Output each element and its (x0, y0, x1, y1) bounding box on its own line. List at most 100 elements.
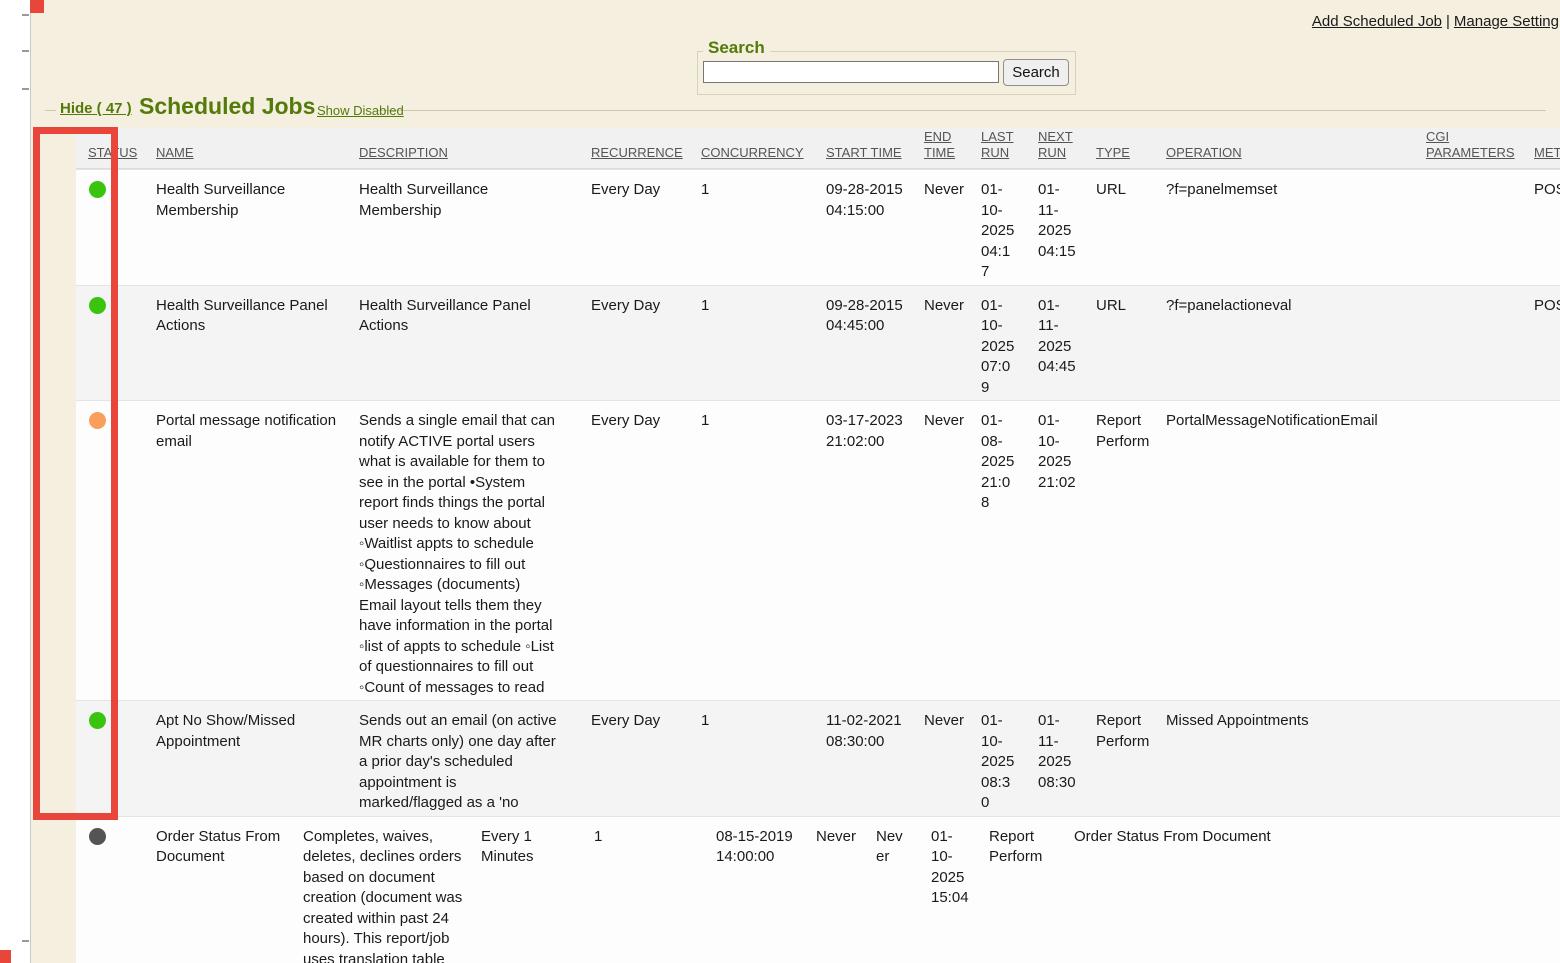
job-type: Report Perform (989, 817, 1074, 963)
top-links: Add Scheduled Job|Manage Setting (1312, 13, 1559, 30)
table-header-row: STATUS NAME DESCRIPTION RECURRENCE CONCU… (76, 128, 1560, 169)
status-cell (76, 170, 156, 285)
page: Add Scheduled Job|Manage Setting Search … (0, 0, 1560, 963)
gutter-tick (22, 14, 29, 16)
job-concurrency: 1 (701, 701, 826, 816)
status-indicator-green (89, 297, 106, 314)
column-header-concurrency[interactable]: CONCURRENCY (701, 145, 826, 168)
job-concurrency: 1 (701, 286, 826, 401)
manage-settings-link[interactable]: Manage Setting (1454, 13, 1559, 30)
job-cgi-parameters (1426, 701, 1534, 816)
job-next-run: 01-11-2025 04:45 (1038, 286, 1096, 401)
table-row: Order Status From Document Completes, wa… (76, 816, 1560, 963)
add-scheduled-job-link[interactable]: Add Scheduled Job (1312, 13, 1442, 30)
column-header-operation[interactable]: OPERATION (1166, 145, 1426, 168)
job-start-time: 09-28-2015 04:45:00 (826, 286, 924, 401)
job-start-time: 09-28-2015 04:15:00 (826, 170, 924, 285)
annotation-mark-top (30, 0, 44, 13)
job-concurrency: 1 (701, 170, 826, 285)
search-button[interactable]: Search (1003, 59, 1069, 86)
search-input[interactable] (703, 61, 999, 83)
job-start-time: 03-17-2023 21:02:00 (826, 401, 924, 700)
status-cell (76, 817, 156, 963)
table-row: Health Surveillance Membership Health Su… (76, 169, 1560, 285)
job-recurrence: Every 1 Minutes (481, 817, 594, 963)
job-name: Health Surveillance Membership (156, 170, 359, 285)
job-next-run: 01-10-2025 21:02 (1038, 401, 1096, 700)
column-header-recurrence[interactable]: RECURRENCE (591, 145, 701, 168)
job-recurrence: Every Day (591, 401, 701, 700)
job-description: Health Surveillance Panel Actions (359, 286, 591, 401)
column-header-method[interactable]: METHOD (1534, 145, 1560, 168)
status-cell (76, 401, 156, 700)
job-end-time: Never (924, 286, 981, 401)
job-cgi-parameters (1426, 170, 1534, 285)
job-concurrency: 1 (701, 401, 826, 700)
column-header-cgi-parameters[interactable]: CGI PARAMETERS (1426, 129, 1534, 169)
job-type: Report Perform (1096, 401, 1166, 700)
status-indicator-green (89, 181, 106, 198)
table-row: Portal message notification email Sends … (76, 400, 1560, 700)
job-last-run: 01-10-2025 04:17 (981, 170, 1038, 285)
link-separator: | (1442, 13, 1454, 30)
gutter-tick (22, 88, 29, 90)
hide-count-link[interactable]: Hide ( 47 ) (60, 100, 132, 117)
column-header-last-run[interactable]: LAST RUN (981, 129, 1038, 169)
job-operation: PortalMessageNotificationEmail (1166, 401, 1426, 700)
table-row: Apt No Show/Missed Appointment Sends out… (76, 700, 1560, 816)
job-end-time: Never (924, 701, 981, 816)
job-description: Health Surveillance Membership (359, 170, 591, 285)
column-header-end-time[interactable]: END TIME (924, 129, 981, 169)
status-cell (76, 286, 156, 401)
job-end-time: Never (816, 817, 876, 963)
job-end-time: Never (924, 401, 981, 700)
job-end-time: Never (924, 170, 981, 285)
job-type: URL (1096, 286, 1166, 401)
job-type: URL (1096, 170, 1166, 285)
gutter-tick (22, 940, 29, 942)
job-operation: ?f=panelactioneval (1166, 286, 1426, 401)
search-legend: Search (703, 38, 770, 58)
job-start-time: 11-02-2021 08:30:00 (826, 701, 924, 816)
job-type: Report Perform (1096, 701, 1166, 816)
column-header-description[interactable]: DESCRIPTION (359, 145, 591, 168)
annotation-mark-bottom (0, 950, 11, 963)
column-header-status[interactable]: STATUS (76, 145, 156, 168)
show-disabled-link[interactable]: Show Disabled (317, 103, 404, 118)
column-header-type[interactable]: TYPE (1096, 145, 1166, 168)
job-method (1534, 701, 1560, 816)
job-description: Sends out an email (on active MR charts … (359, 701, 591, 816)
fieldset-border (378, 110, 1546, 111)
scheduled-jobs-header: Hide ( 47 ) Scheduled Jobs Show Disabled (45, 93, 1546, 125)
table-row: Health Surveillance Panel Actions Health… (76, 285, 1560, 401)
job-name: Order Status From Document (156, 817, 303, 963)
status-indicator-gray (89, 828, 106, 845)
column-header-name[interactable]: NAME (156, 145, 359, 168)
job-description: Sends a single email that can notify ACT… (359, 401, 591, 700)
job-cgi-parameters (1426, 286, 1534, 401)
job-last-run: 01-10-2025 08:30 (981, 701, 1038, 816)
job-last-run: 01-08-2025 21:08 (981, 401, 1038, 700)
job-method (1534, 401, 1560, 700)
status-cell (76, 701, 156, 816)
main-content: Add Scheduled Job|Manage Setting Search … (31, 0, 1560, 963)
job-operation: ?f=panelmemset (1166, 170, 1426, 285)
status-indicator-orange (89, 412, 106, 429)
column-header-next-run[interactable]: NEXT RUN (1038, 129, 1096, 169)
status-indicator-green (89, 712, 106, 729)
job-cgi-parameters (1426, 401, 1534, 700)
job-name: Health Surveillance Panel Actions (156, 286, 359, 401)
job-next-run: 01-11-2025 08:30 (1038, 701, 1096, 816)
job-operation: Order Status From Document (1074, 817, 1560, 963)
job-name: Apt No Show/Missed Appointment (156, 701, 359, 816)
fieldset-border (45, 110, 56, 111)
page-title: Scheduled Jobs (139, 93, 315, 120)
job-start-time: 08-15-2019 14:00:00 (716, 817, 816, 963)
job-name: Portal message notification email (156, 401, 359, 700)
search-section: Search Search (697, 51, 1076, 95)
column-header-start-time[interactable]: START TIME (826, 145, 924, 168)
job-recurrence: Every Day (591, 701, 701, 816)
job-last-run: 01-10-2025 07:09 (981, 286, 1038, 401)
gutter-tick (22, 50, 29, 52)
job-method: POST (1534, 170, 1560, 285)
